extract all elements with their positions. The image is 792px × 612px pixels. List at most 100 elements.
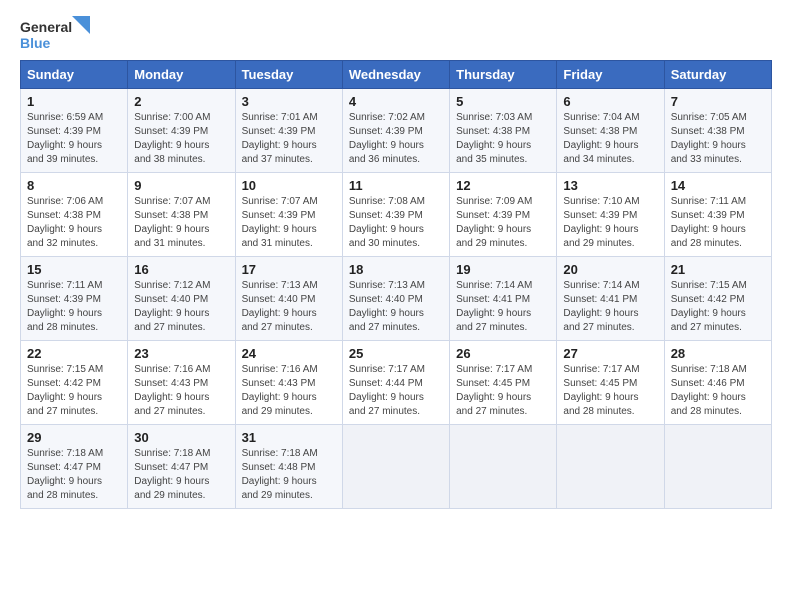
cell-info-text: Sunrise: 7:17 AM Sunset: 4:44 PM Dayligh…: [349, 363, 443, 419]
calendar-cell: 19Sunrise: 7:14 AM Sunset: 4:41 PM Dayli…: [450, 257, 557, 341]
cell-info-text: Sunrise: 7:17 AM Sunset: 4:45 PM Dayligh…: [456, 363, 550, 419]
calendar: SundayMondayTuesdayWednesdayThursdayFrid…: [20, 60, 772, 509]
calendar-cell: 9 Sunrise: 7:07 AM Sunset: 4:38 PM Daylig…: [128, 173, 235, 257]
calendar-cell: 31Sunrise: 7:18 AM Sunset: 4:48 PM Dayli…: [235, 425, 342, 509]
calendar-cell: 28 Sunrise: 7:18 AM Sunset: 4:46 PM Dayli…: [664, 341, 771, 425]
cell-info-text: Sunrise: 7:18 AM Sunset: 4:47 PM Dayligh…: [27, 447, 121, 503]
cell-day-number: 21: [671, 262, 765, 277]
cell-info-text: Sunrise: 7:02 AM Sunset: 4:39 PM Dayligh…: [349, 111, 443, 167]
cell-day-number: 8: [27, 178, 121, 193]
calendar-cell: [342, 425, 449, 509]
cell-day-number: 3: [242, 94, 336, 109]
cell-day-number: 7: [671, 94, 765, 109]
weekday-header-wednesday: Wednesday: [342, 61, 449, 89]
calendar-cell: 23Sunrise: 7:16 AM Sunset: 4:43 PM Dayli…: [128, 341, 235, 425]
cell-day-number: 20: [563, 262, 657, 277]
calendar-cell: 20 Sunrise: 7:14 AM Sunset: 4:41 PM Dayli…: [557, 257, 664, 341]
cell-info-text: Sunrise: 7:08 AM Sunset: 4:39 PM Dayligh…: [349, 195, 443, 251]
cell-day-number: 14: [671, 178, 765, 193]
svg-text:General: General: [20, 19, 72, 35]
cell-day-number: 26: [456, 346, 550, 361]
calendar-cell: 8 Sunrise: 7:06 AM Sunset: 4:38 PM Daylig…: [21, 173, 128, 257]
calendar-cell: 22 Sunrise: 7:15 AM Sunset: 4:42 PM Dayli…: [21, 341, 128, 425]
cell-day-number: 2: [134, 94, 228, 109]
cell-day-number: 24: [242, 346, 336, 361]
cell-day-number: 16: [134, 262, 228, 277]
calendar-cell: 30 Sunrise: 7:18 AM Sunset: 4:47 PM Dayli…: [128, 425, 235, 509]
cell-info-text: Sunrise: 7:00 AM Sunset: 4:39 PM Dayligh…: [134, 111, 228, 167]
calendar-cell: 29Sunrise: 7:18 AM Sunset: 4:47 PM Dayli…: [21, 425, 128, 509]
calendar-cell: 18 Sunrise: 7:13 AM Sunset: 4:40 PM Dayli…: [342, 257, 449, 341]
cell-info-text: Sunrise: 7:15 AM Sunset: 4:42 PM Dayligh…: [27, 363, 121, 419]
cell-day-number: 13: [563, 178, 657, 193]
cell-day-number: 6: [563, 94, 657, 109]
calendar-cell: 25 Sunrise: 7:17 AM Sunset: 4:44 PM Dayli…: [342, 341, 449, 425]
calendar-cell: [450, 425, 557, 509]
calendar-cell: 13 Sunrise: 7:10 AM Sunset: 4:39 PM Dayli…: [557, 173, 664, 257]
cell-day-number: 15: [27, 262, 121, 277]
cell-day-number: 23: [134, 346, 228, 361]
cell-day-number: 4: [349, 94, 443, 109]
calendar-cell: 5 Sunrise: 7:03 AM Sunset: 4:38 PM Daylig…: [450, 89, 557, 173]
weekday-header-saturday: Saturday: [664, 61, 771, 89]
calendar-week-row: 29Sunrise: 7:18 AM Sunset: 4:47 PM Dayli…: [21, 425, 772, 509]
cell-info-text: Sunrise: 7:17 AM Sunset: 4:45 PM Dayligh…: [563, 363, 657, 419]
cell-info-text: Sunrise: 7:07 AM Sunset: 4:38 PM Dayligh…: [134, 195, 228, 251]
cell-info-text: Sunrise: 7:10 AM Sunset: 4:39 PM Dayligh…: [563, 195, 657, 251]
cell-day-number: 1: [27, 94, 121, 109]
calendar-cell: 26 Sunrise: 7:17 AM Sunset: 4:45 PM Dayli…: [450, 341, 557, 425]
cell-day-number: 28: [671, 346, 765, 361]
weekday-header-monday: Monday: [128, 61, 235, 89]
cell-info-text: Sunrise: 7:18 AM Sunset: 4:46 PM Dayligh…: [671, 363, 765, 419]
calendar-cell: 15 Sunrise: 7:11 AM Sunset: 4:39 PM Dayli…: [21, 257, 128, 341]
calendar-cell: 17Sunrise: 7:13 AM Sunset: 4:40 PM Dayli…: [235, 257, 342, 341]
cell-info-text: Sunrise: 7:12 AM Sunset: 4:40 PM Dayligh…: [134, 279, 228, 335]
cell-day-number: 17: [242, 262, 336, 277]
weekday-header-sunday: Sunday: [21, 61, 128, 89]
calendar-cell: 7 Sunrise: 7:05 AM Sunset: 4:38 PM Daylig…: [664, 89, 771, 173]
cell-info-text: Sunrise: 7:14 AM Sunset: 4:41 PM Dayligh…: [563, 279, 657, 335]
calendar-week-row: 1 Sunrise: 6:59 AM Sunset: 4:39 PM Daylig…: [21, 89, 772, 173]
cell-day-number: 9: [134, 178, 228, 193]
cell-info-text: Sunrise: 7:13 AM Sunset: 4:40 PM Dayligh…: [349, 279, 443, 335]
logo: GeneralBlue: [20, 16, 90, 52]
calendar-cell: [557, 425, 664, 509]
cell-info-text: Sunrise: 7:07 AM Sunset: 4:39 PM Dayligh…: [242, 195, 336, 251]
calendar-cell: 27 Sunrise: 7:17 AM Sunset: 4:45 PM Dayli…: [557, 341, 664, 425]
cell-info-text: Sunrise: 7:11 AM Sunset: 4:39 PM Dayligh…: [671, 195, 765, 251]
calendar-cell: 2 Sunrise: 7:00 AM Sunset: 4:39 PM Daylig…: [128, 89, 235, 173]
calendar-cell: 14 Sunrise: 7:11 AM Sunset: 4:39 PM Dayli…: [664, 173, 771, 257]
calendar-cell: 21Sunrise: 7:15 AM Sunset: 4:42 PM Dayli…: [664, 257, 771, 341]
calendar-cell: 24 Sunrise: 7:16 AM Sunset: 4:43 PM Dayli…: [235, 341, 342, 425]
cell-day-number: 25: [349, 346, 443, 361]
cell-info-text: Sunrise: 7:03 AM Sunset: 4:38 PM Dayligh…: [456, 111, 550, 167]
cell-info-text: Sunrise: 7:05 AM Sunset: 4:38 PM Dayligh…: [671, 111, 765, 167]
cell-day-number: 18: [349, 262, 443, 277]
calendar-cell: 4 Sunrise: 7:02 AM Sunset: 4:39 PM Daylig…: [342, 89, 449, 173]
calendar-header-row: SundayMondayTuesdayWednesdayThursdayFrid…: [21, 61, 772, 89]
calendar-cell: 6 Sunrise: 7:04 AM Sunset: 4:38 PM Daylig…: [557, 89, 664, 173]
calendar-week-row: 8 Sunrise: 7:06 AM Sunset: 4:38 PM Daylig…: [21, 173, 772, 257]
cell-day-number: 10: [242, 178, 336, 193]
cell-info-text: Sunrise: 7:01 AM Sunset: 4:39 PM Dayligh…: [242, 111, 336, 167]
cell-info-text: Sunrise: 7:04 AM Sunset: 4:38 PM Dayligh…: [563, 111, 657, 167]
cell-info-text: Sunrise: 7:18 AM Sunset: 4:47 PM Dayligh…: [134, 447, 228, 503]
cell-info-text: Sunrise: 7:16 AM Sunset: 4:43 PM Dayligh…: [242, 363, 336, 419]
header: GeneralBlue: [20, 16, 772, 52]
cell-day-number: 11: [349, 178, 443, 193]
cell-day-number: 30: [134, 430, 228, 445]
cell-day-number: 5: [456, 94, 550, 109]
weekday-header-thursday: Thursday: [450, 61, 557, 89]
cell-info-text: Sunrise: 7:14 AM Sunset: 4:41 PM Dayligh…: [456, 279, 550, 335]
cell-info-text: Sunrise: 6:59 AM Sunset: 4:39 PM Dayligh…: [27, 111, 121, 167]
weekday-header-friday: Friday: [557, 61, 664, 89]
cell-day-number: 27: [563, 346, 657, 361]
svg-text:Blue: Blue: [20, 35, 51, 51]
logo-svg: GeneralBlue: [20, 16, 90, 52]
cell-day-number: 22: [27, 346, 121, 361]
cell-day-number: 12: [456, 178, 550, 193]
cell-info-text: Sunrise: 7:11 AM Sunset: 4:39 PM Dayligh…: [27, 279, 121, 335]
cell-info-text: Sunrise: 7:06 AM Sunset: 4:38 PM Dayligh…: [27, 195, 121, 251]
cell-info-text: Sunrise: 7:09 AM Sunset: 4:39 PM Dayligh…: [456, 195, 550, 251]
calendar-cell: 10 Sunrise: 7:07 AM Sunset: 4:39 PM Dayli…: [235, 173, 342, 257]
